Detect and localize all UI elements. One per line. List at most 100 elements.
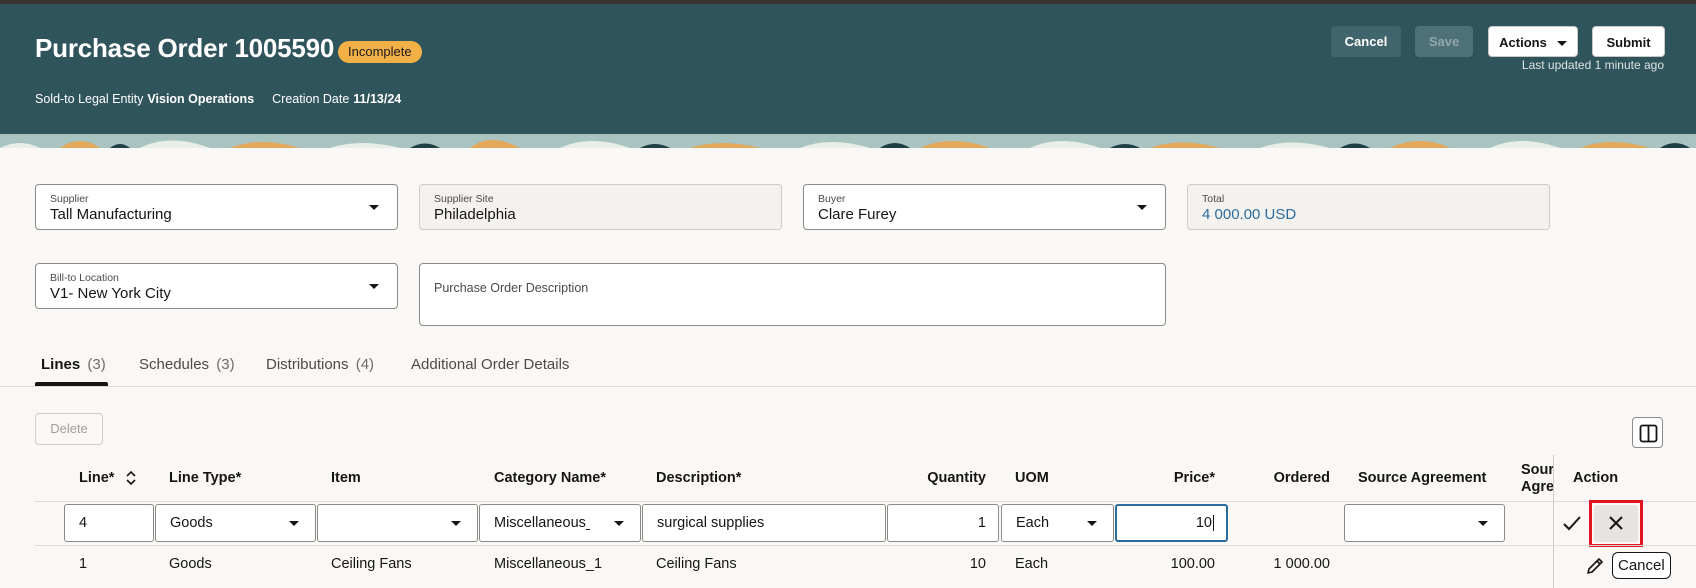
bill-to-value: V1- New York City <box>50 285 171 302</box>
buyer-value: Clare Furey <box>818 206 897 223</box>
chevron-down-icon[interactable] <box>1478 521 1488 526</box>
tab-label: Distributions <box>266 356 349 373</box>
columns-button[interactable] <box>1632 417 1663 448</box>
save-button[interactable]: Save <box>1415 26 1473 57</box>
tab-count: (3) <box>87 356 106 373</box>
sort-icon[interactable] <box>125 469 137 487</box>
col-header-action: Action <box>1573 470 1619 486</box>
tab-count: (3) <box>216 356 235 373</box>
chevron-down-icon[interactable] <box>1087 521 1097 526</box>
header-row-separator <box>35 501 1696 502</box>
pencil-icon[interactable] <box>1585 556 1605 576</box>
chevron-down-icon[interactable] <box>1137 205 1147 210</box>
creation-date-label: Creation Date <box>272 92 350 106</box>
uom-value: Each <box>1016 515 1050 531</box>
buyer-label: Buyer <box>818 193 846 205</box>
col-header-source-agreement: Source Agreement <box>1358 470 1487 486</box>
supplier-select[interactable]: Supplier Tall Manufacturing <box>35 184 398 230</box>
tab-distributions[interactable]: Distributions (4) <box>266 356 374 373</box>
tab-label: Additional Order Details <box>411 356 570 373</box>
columns-icon <box>1639 424 1658 443</box>
chevron-down-icon[interactable] <box>614 521 624 526</box>
col-header-description: Description* <box>656 470 742 486</box>
legal-entity-label: Sold-to Legal Entity <box>35 92 144 106</box>
line-type-value: Goods <box>170 515 213 531</box>
uom-select[interactable]: Each <box>1001 504 1114 542</box>
tab-schedules[interactable]: Schedules (3) <box>139 356 235 373</box>
source-agreement-select[interactable] <box>1344 504 1505 542</box>
supplier-site-value: Philadelphia <box>434 206 516 223</box>
col-header-category: Category Name* <box>494 470 607 486</box>
cell-uom: Each <box>1015 556 1049 572</box>
actions-menu-button[interactable]: Actions <box>1488 26 1578 57</box>
po-description-input[interactable]: Purchase Order Description <box>419 263 1166 326</box>
cell-line-type: Goods <box>169 556 212 572</box>
category-select[interactable]: Miscellaneous_1 <box>479 504 641 542</box>
col-header-quantity: Quantity <box>927 470 986 486</box>
col-header-truncated-line1: Sour <box>1521 462 1553 478</box>
item-select[interactable] <box>317 504 478 542</box>
chevron-down-icon <box>1556 41 1567 47</box>
cell-price: 100.00 <box>1170 556 1215 572</box>
cell-ordered: 1 000.00 <box>1273 556 1330 572</box>
active-tab-indicator <box>35 382 108 386</box>
row-cancel-button[interactable]: Cancel <box>1612 552 1671 579</box>
page-header: Purchase Order 1005590 Incomplete Sold-t… <box>0 4 1696 138</box>
tab-label: Schedules <box>139 356 210 373</box>
chevron-down-icon[interactable] <box>369 284 379 289</box>
bill-to-label: Bill-to Location <box>50 272 119 284</box>
tab-lines[interactable]: Lines (3) <box>41 356 106 373</box>
col-header-line-type: Line Type* <box>169 470 242 486</box>
total-label: Total <box>1202 193 1225 205</box>
tab-bar: Lines (3) Schedules (3) Distributions (4… <box>0 352 1696 387</box>
chevron-down-icon[interactable] <box>289 521 299 526</box>
tab-label: Lines <box>41 356 81 373</box>
cell-quantity: 10 <box>969 556 986 572</box>
submit-button[interactable]: Submit <box>1592 26 1665 57</box>
line-number-input[interactable]: 4 <box>64 504 154 542</box>
price-input[interactable]: 10 <box>1115 504 1228 542</box>
col-header-item: Item <box>331 470 361 486</box>
total-field: Total 4 000.00 USD <box>1187 184 1550 230</box>
col-header-truncated-line2: Agre <box>1521 479 1553 495</box>
quantity-input[interactable]: 1 <box>887 504 999 542</box>
cell-description: Ceiling Fans <box>656 556 737 572</box>
col-header-price: Price* <box>1173 470 1215 486</box>
cell-category: Miscellaneous_1 <box>494 556 603 572</box>
cancel-button[interactable]: Cancel <box>1331 26 1401 57</box>
chevron-down-icon[interactable] <box>369 205 379 210</box>
status-badge: Incomplete <box>338 41 422 63</box>
check-icon[interactable] <box>1562 515 1582 532</box>
supplier-site-label: Supplier Site <box>434 193 494 205</box>
sticky-column-divider <box>1553 455 1554 588</box>
header-meta: Sold-to Legal Entity Vision Operations Cre… <box>35 92 401 106</box>
legal-entity-value: Vision Operations <box>147 92 255 106</box>
row-separator <box>35 545 1696 546</box>
actions-label: Actions <box>1499 35 1547 50</box>
col-header-ordered: Ordered <box>1273 470 1330 486</box>
price-value: 10 <box>1195 515 1212 531</box>
total-value-link[interactable]: 4 000.00 USD <box>1202 206 1296 223</box>
page-title: Purchase Order 1005590 <box>35 33 335 63</box>
close-icon <box>1609 516 1623 530</box>
cell-item: Ceiling Fans <box>331 556 412 572</box>
cancel-edit-button[interactable] <box>1594 505 1638 542</box>
creation-date-value: 11/13/24 <box>353 92 402 106</box>
tab-additional-order-details[interactable]: Additional Order Details <box>411 356 569 373</box>
supplier-site-field: Supplier Site Philadelphia <box>419 184 782 230</box>
category-value: Miscellaneous_1 <box>494 515 590 531</box>
po-description-label: Purchase Order Description <box>434 281 589 295</box>
chevron-down-icon[interactable] <box>451 521 461 526</box>
line-type-select[interactable]: Goods <box>155 504 316 542</box>
delete-button[interactable]: Delete <box>35 413 103 445</box>
description-input[interactable]: surgical supplies <box>642 504 886 542</box>
tab-count: (4) <box>355 356 375 373</box>
buyer-select[interactable]: Buyer Clare Furey <box>803 184 1166 230</box>
bill-to-location-select[interactable]: Bill-to Location V1- New York City <box>35 263 398 309</box>
col-header-source-agreement-truncated: Sour Agre <box>1521 462 1553 496</box>
supplier-value: Tall Manufacturing <box>50 206 172 223</box>
last-updated-text: Last updated 1 minute ago <box>1521 58 1664 72</box>
col-header-line[interactable]: Line* <box>79 470 114 486</box>
col-header-uom: UOM <box>1015 470 1049 486</box>
supplier-label: Supplier <box>50 193 89 205</box>
